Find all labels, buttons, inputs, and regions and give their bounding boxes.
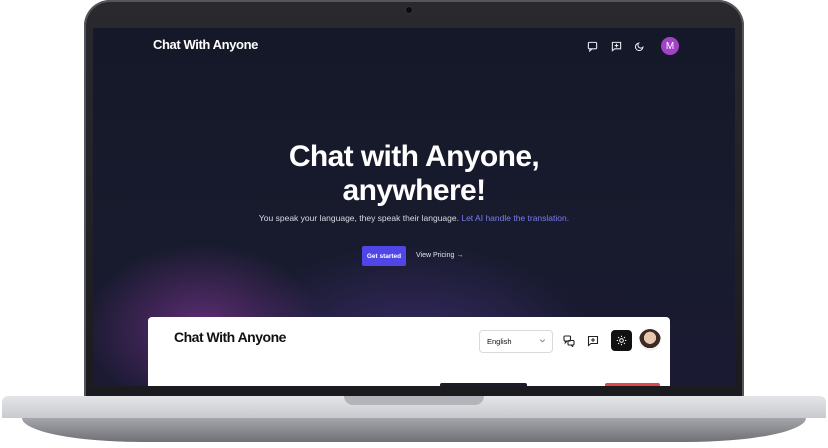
- message-plus-icon[interactable]: [584, 332, 602, 350]
- profile-photo[interactable]: [639, 329, 661, 351]
- preview-red-bar: [605, 383, 660, 386]
- preview-dark-bar: [440, 383, 527, 386]
- hero-title-line2: anywhere!: [342, 174, 487, 207]
- get-started-button[interactable]: Get started: [362, 246, 406, 266]
- nav-actions: M: [583, 37, 679, 55]
- hero-title-line1: Chat with Anyone,: [288, 140, 540, 173]
- camera: [406, 7, 412, 13]
- base-notch: [344, 396, 484, 405]
- chevron-down-icon: [539, 337, 546, 346]
- base-bottom: [22, 418, 806, 442]
- hero-title: Chat with Anyone, anywhere!: [93, 140, 735, 208]
- nav-brand[interactable]: Chat With Anyone: [153, 37, 258, 52]
- translate-chat-icon[interactable]: [560, 332, 578, 350]
- app-preview-card: Chat With Anyone English: [148, 317, 670, 386]
- language-select-value: English: [487, 337, 512, 346]
- message-plus-icon[interactable]: [607, 37, 625, 55]
- sun-icon[interactable]: [611, 330, 632, 351]
- language-select[interactable]: English: [479, 330, 553, 353]
- view-pricing-link[interactable]: View Pricing →: [416, 252, 463, 259]
- chat-bubble-icon[interactable]: [583, 37, 601, 55]
- preview-brand: Chat With Anyone: [174, 329, 286, 345]
- user-avatar[interactable]: M: [661, 37, 679, 55]
- hero-subtitle-text: You speak your language, they speak thei…: [258, 213, 459, 223]
- hero-subtitle: You speak your language, they speak thei…: [93, 213, 735, 223]
- hero-subtitle-highlight: Let AI handle the translation.: [461, 213, 570, 223]
- laptop-base: [0, 396, 828, 448]
- moon-icon[interactable]: [631, 37, 649, 55]
- laptop-screen: Chat With Anyone M Chat with Anyone, any…: [93, 28, 735, 386]
